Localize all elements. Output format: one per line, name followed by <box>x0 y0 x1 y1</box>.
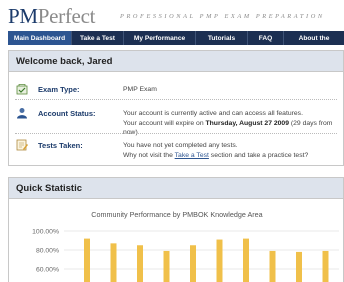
chart-bar <box>269 250 276 282</box>
divider <box>15 99 337 100</box>
tests-taken-prefix: Why not visit the <box>123 151 175 159</box>
tab-faq[interactable]: FAQ <box>248 31 284 45</box>
tab-my-performance[interactable]: My Performance <box>124 31 196 45</box>
chart-bar <box>110 243 117 282</box>
take-a-test-link[interactable]: Take a Test <box>175 152 209 159</box>
chart-bar <box>137 245 143 282</box>
y-tick-label: 100.00% <box>32 229 59 236</box>
main-nav: Main Dashboard Take a Test My Performanc… <box>8 31 344 45</box>
tab-tutorials[interactable]: Tutorials <box>196 31 248 45</box>
tests-taken-line1: You have not yet completed any tests. <box>123 142 238 149</box>
chart-bar <box>322 250 329 282</box>
chart-bar <box>84 238 90 282</box>
account-status-label: Account Status: <box>38 109 96 118</box>
chart-bar <box>216 239 223 282</box>
tests-taken-text: You have not yet completed any tests. Wh… <box>123 141 343 160</box>
pmperfect-logo[interactable]: PMPerfect <box>8 4 95 29</box>
account-expiry-date: Thursday, August 27 2009 <box>205 119 289 127</box>
exam-type-label: Exam Type: <box>38 85 80 94</box>
exam-type-icon <box>16 84 28 95</box>
chart-title: Community Performance by PMBOK Knowledge… <box>91 210 263 219</box>
header: PMPerfect PROFESSIONAL PMP EXAM PREPARAT… <box>0 0 344 30</box>
welcome-panel: Welcome back, Jared Exam Type: PMP Exam … <box>8 50 344 166</box>
tests-taken-label: Tests Taken: <box>38 141 83 150</box>
tagline: PROFESSIONAL PMP EXAM PREPARATION <box>120 13 325 20</box>
divider <box>15 133 337 134</box>
logo-pm-text: PM <box>8 4 38 28</box>
pencil-icon <box>16 139 28 151</box>
logo-perfect-text: Perfect <box>37 4 96 28</box>
welcome-title: Welcome back, Jared <box>9 51 343 72</box>
chart-bar <box>243 238 249 282</box>
chart-bar <box>296 251 302 282</box>
chart-bar <box>163 250 170 282</box>
community-performance-chart: 100.00% 80.00% 60.00% <box>32 229 339 282</box>
exam-type-value: PMP Exam <box>123 86 157 93</box>
chart-bar <box>190 245 196 282</box>
y-tick-label: 80.00% <box>36 248 59 255</box>
tab-about[interactable]: About the <box>284 31 344 45</box>
y-tick-label: 60.00% <box>36 267 59 274</box>
tests-taken-suffix: section and take a practice test? <box>208 151 309 159</box>
user-icon <box>17 108 27 119</box>
tab-main-dashboard[interactable]: Main Dashboard <box>8 31 72 45</box>
quick-statistic-panel: Quick Statistic Community Performance by… <box>8 177 344 282</box>
account-status-line1: Your account is currently active and can… <box>123 110 303 117</box>
account-expiry-prefix: Your account will expire on <box>123 119 206 127</box>
tab-take-a-test[interactable]: Take a Test <box>72 31 124 45</box>
quick-statistic-title: Quick Statistic <box>9 178 343 199</box>
